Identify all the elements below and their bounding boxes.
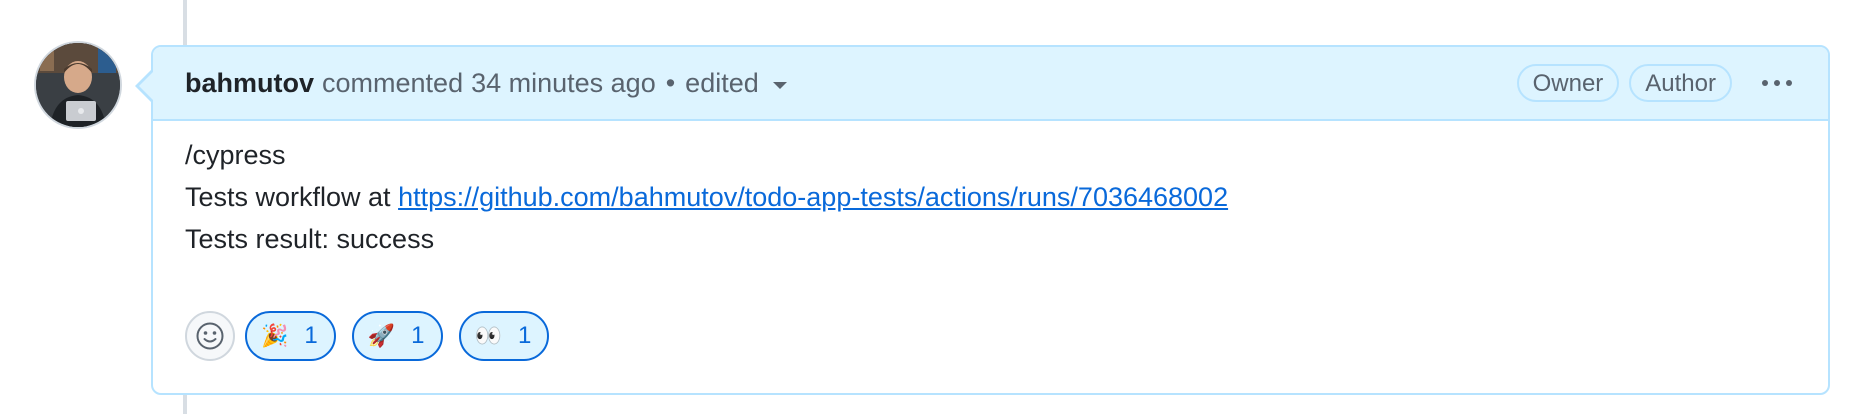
author-label: Author [1629, 64, 1732, 102]
comment-arrow-fill [139, 72, 153, 100]
comment-box: bahmutov commented 34 minutes ago • edit… [151, 45, 1830, 395]
add-reaction-button[interactable] [185, 311, 235, 361]
reaction-count: 1 [411, 322, 425, 349]
comment-header: bahmutov commented 34 minutes ago • edit… [153, 47, 1828, 121]
triangle-down-icon [772, 81, 787, 89]
edited-label: edited [685, 67, 759, 98]
eyes-icon: 👀 [474, 323, 502, 349]
meta-separator: • [665, 67, 676, 98]
kebab-dot [1774, 80, 1780, 86]
kebab-dot [1786, 80, 1792, 86]
comment-meta: bahmutov commented 34 minutes ago • edit… [185, 47, 787, 119]
reaction-tada[interactable]: 🎉 1 [245, 311, 336, 361]
reaction-rocket[interactable]: 🚀 1 [351, 311, 443, 361]
avatar[interactable] [36, 43, 120, 127]
reaction-eyes[interactable]: 👀 1 [458, 311, 550, 361]
owner-label: Owner [1516, 64, 1620, 102]
comment-labels: Owner Author [1507, 47, 1798, 119]
kebab-dot [1762, 80, 1768, 86]
body-line-workflow: Tests workflow at https://github.com/bah… [185, 176, 1228, 218]
reaction-count: 1 [517, 322, 532, 349]
comment-body: /cypress Tests workflow at https://githu… [185, 134, 1228, 260]
reaction-count: 1 [304, 322, 318, 349]
workflow-run-link[interactable]: https://github.com/bahmutov/todo-app-tes… [398, 182, 1228, 212]
comment-action: commented [322, 67, 464, 98]
rocket-icon: 🚀 [367, 323, 396, 349]
workflow-prefix: Tests workflow at [185, 182, 399, 212]
kebab-horizontal-icon[interactable] [1756, 64, 1798, 102]
body-line-result: Tests result: success [185, 224, 435, 254]
body-line-command: /cypress [185, 140, 286, 170]
reactions-bar: 🎉 1 🚀 1 👀 1 [185, 311, 565, 361]
avatar-photo [36, 43, 120, 127]
tada-icon: 🎉 [261, 323, 289, 349]
author-link[interactable]: bahmutov [185, 68, 314, 99]
edited-button[interactable]: edited [685, 68, 787, 99]
comment-time[interactable]: 34 minutes ago [471, 68, 656, 99]
smiley-icon [196, 322, 224, 350]
